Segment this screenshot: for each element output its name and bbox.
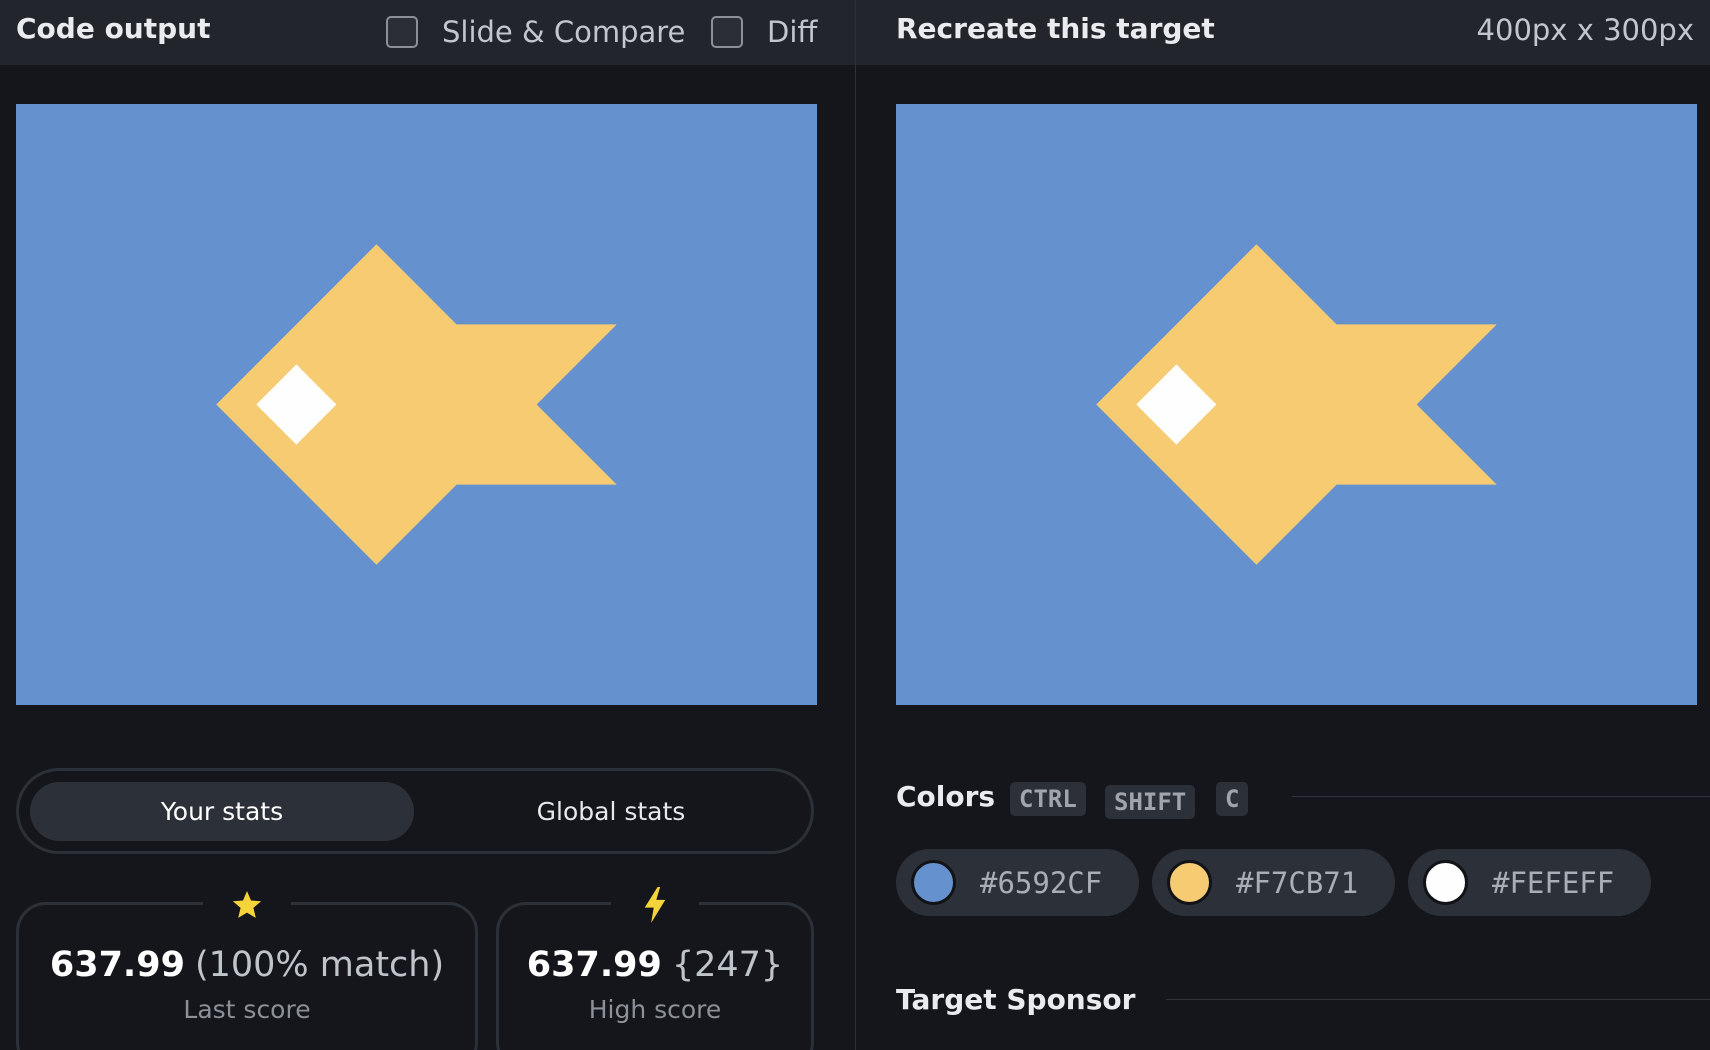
output-render [16,104,817,705]
diff-checkbox[interactable] [711,16,743,48]
colors-divider [1292,796,1710,797]
target-canvas [896,104,1697,705]
shortcut-key-ctrl: CTRL [1010,782,1086,816]
slide-compare-label: Slide & Compare [442,15,686,49]
color-swatch[interactable]: #FEFEFF [1408,849,1651,916]
target-header: Recreate this target 400px x 300px [856,0,1710,65]
target-dimensions: 400px x 300px [1476,13,1694,47]
high-score-rank: {247} [671,945,784,985]
colors-heading: Colors [896,780,996,813]
slide-compare-toggle[interactable]: Slide & Compare [386,10,685,54]
swatch-color-dot [1423,860,1468,905]
swatch-hex-label: #F7CB71 [1236,865,1359,900]
swatch-hex-label: #6592CF [980,865,1103,900]
shortcut-key-shift: SHIFT [1105,785,1196,819]
target-pane: Recreate this target 400px x 300px Color… [856,0,1710,1050]
output-canvas[interactable] [16,104,817,705]
lightning-icon [611,885,699,925]
code-output-pane: Code output Slide & Compare Diff Your st… [0,0,855,1050]
color-swatch[interactable]: #F7CB71 [1152,849,1395,916]
high-score-label: High score [588,995,722,1024]
last-score-label: Last score [183,995,311,1024]
target-title: Recreate this target [896,12,1215,45]
shortcut-key-c: C [1216,782,1249,816]
sponsor-divider [1166,999,1710,1000]
diff-toggle[interactable]: Diff [711,10,817,54]
last-score-line: 637.99 (100% match) [19,945,475,985]
color-swatch[interactable]: #6592CF [896,849,1139,916]
stats-tab-group: Your stats Global stats [16,768,814,854]
tab-your-stats[interactable]: Your stats [30,782,414,841]
diff-label: Diff [767,15,818,49]
last-score-card: 637.99 (100% match) Last score [16,885,478,1050]
last-score-match: (100% match) [194,945,445,985]
high-score-card: 637.99 {247} High score [496,885,814,1050]
high-score-line: 637.99 {247} [499,945,811,985]
last-score-value: 637.99 [49,945,185,985]
slide-compare-checkbox[interactable] [386,16,418,48]
code-output-header: Code output Slide & Compare Diff [0,0,855,65]
swatch-color-dot [1167,860,1212,905]
target-sponsor-heading: Target Sponsor [896,983,1136,1016]
code-output-title: Code output [16,12,211,45]
star-icon [203,885,291,925]
swatch-hex-label: #FEFEFF [1492,865,1615,900]
swatch-color-dot [911,860,956,905]
tab-global-stats[interactable]: Global stats [419,782,803,841]
high-score-value: 637.99 [526,945,662,985]
target-render [896,104,1697,705]
